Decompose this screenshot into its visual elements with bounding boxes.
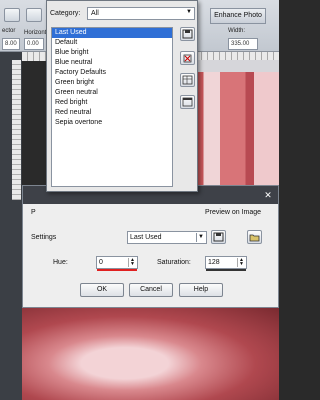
save-preset-button[interactable] <box>180 27 195 41</box>
list-item[interactable]: Red neutral <box>52 108 172 118</box>
load-preset-button[interactable] <box>247 230 262 244</box>
help-button[interactable]: Help <box>179 283 223 297</box>
tool-button-1[interactable] <box>4 8 20 22</box>
list-item[interactable]: Green bright <box>52 78 172 88</box>
list-item[interactable]: Sepia overtone <box>52 118 172 128</box>
photo-canvas-bottom <box>22 308 279 400</box>
list-item[interactable]: Blue bright <box>52 48 172 58</box>
category-label: Category: <box>50 10 81 17</box>
preset-folder-icon <box>249 234 260 242</box>
photo-canvas-top <box>195 72 279 190</box>
preset-options-button[interactable] <box>180 73 195 87</box>
hue-value: 0 <box>99 259 103 266</box>
preset-list: Last Used Default Blue bright Blue neutr… <box>51 27 173 187</box>
category-value: All <box>91 10 99 17</box>
enhance-photo-button[interactable]: Enhance Photo <box>210 8 266 24</box>
settings-label: Settings <box>31 234 57 241</box>
left-value-field[interactable]: 8.00 <box>2 38 20 50</box>
hue-label: Hue: <box>53 259 68 266</box>
category-dropdown[interactable]: All ▼ <box>87 7 195 20</box>
preview-tab-label[interactable]: P <box>31 209 36 216</box>
settings-value: Last Used <box>130 234 162 241</box>
chevron-down-icon[interactable]: ▼ <box>196 233 205 242</box>
saturation-stepper-icon[interactable]: ▲ ▼ <box>237 258 245 267</box>
tool-button-2[interactable] <box>26 8 42 22</box>
save-icon <box>182 29 193 39</box>
list-item[interactable]: Default <box>52 38 172 48</box>
saturation-value: 128 <box>208 259 220 266</box>
vertical-ruler <box>12 60 21 200</box>
preset-panel: Category: All ▼ Last Used Default Blue b… <box>46 0 198 192</box>
preset-view-button[interactable] <box>180 95 195 109</box>
list-item[interactable]: Factory Defaults <box>52 68 172 78</box>
chevron-down-icon[interactable]: ▼ <box>186 9 192 15</box>
hue-stepper-icon[interactable]: ▲ ▼ <box>128 258 136 267</box>
window-icon <box>182 97 193 107</box>
preview-on-image-label[interactable]: Preview on Image <box>205 209 261 216</box>
saturation-input[interactable]: 128 ▲ ▼ <box>205 256 247 271</box>
saturation-label: Saturation: <box>157 259 191 266</box>
hue-slider-bar[interactable] <box>97 269 137 271</box>
list-item[interactable]: Last Used <box>52 28 172 38</box>
save-icon <box>213 232 224 242</box>
close-icon[interactable]: ✕ <box>262 189 274 201</box>
selector-label: ector <box>2 28 16 34</box>
saturation-slider-bar[interactable] <box>206 269 246 271</box>
cancel-button[interactable]: Cancel <box>129 283 173 297</box>
horizontal-field[interactable]: 0.00 <box>24 38 44 50</box>
settings-dropdown[interactable]: Last Used ▼ <box>127 231 207 244</box>
delete-preset-button[interactable] <box>180 51 195 65</box>
width-field[interactable]: 335.00 <box>228 38 258 50</box>
grid-icon <box>182 75 193 85</box>
save-preset-button[interactable] <box>211 230 226 244</box>
list-item[interactable]: Blue neutral <box>52 58 172 68</box>
hue-input[interactable]: 0 ▲ ▼ <box>96 256 138 271</box>
hue-saturation-dialog: ✕ P Preview on Image Settings Last Used … <box>22 185 279 308</box>
width-label: Width: <box>228 28 246 34</box>
list-item[interactable]: Red bright <box>52 98 172 108</box>
list-item[interactable]: Green neutral <box>52 88 172 98</box>
delete-icon <box>183 54 192 63</box>
ok-button[interactable]: OK <box>80 283 124 297</box>
